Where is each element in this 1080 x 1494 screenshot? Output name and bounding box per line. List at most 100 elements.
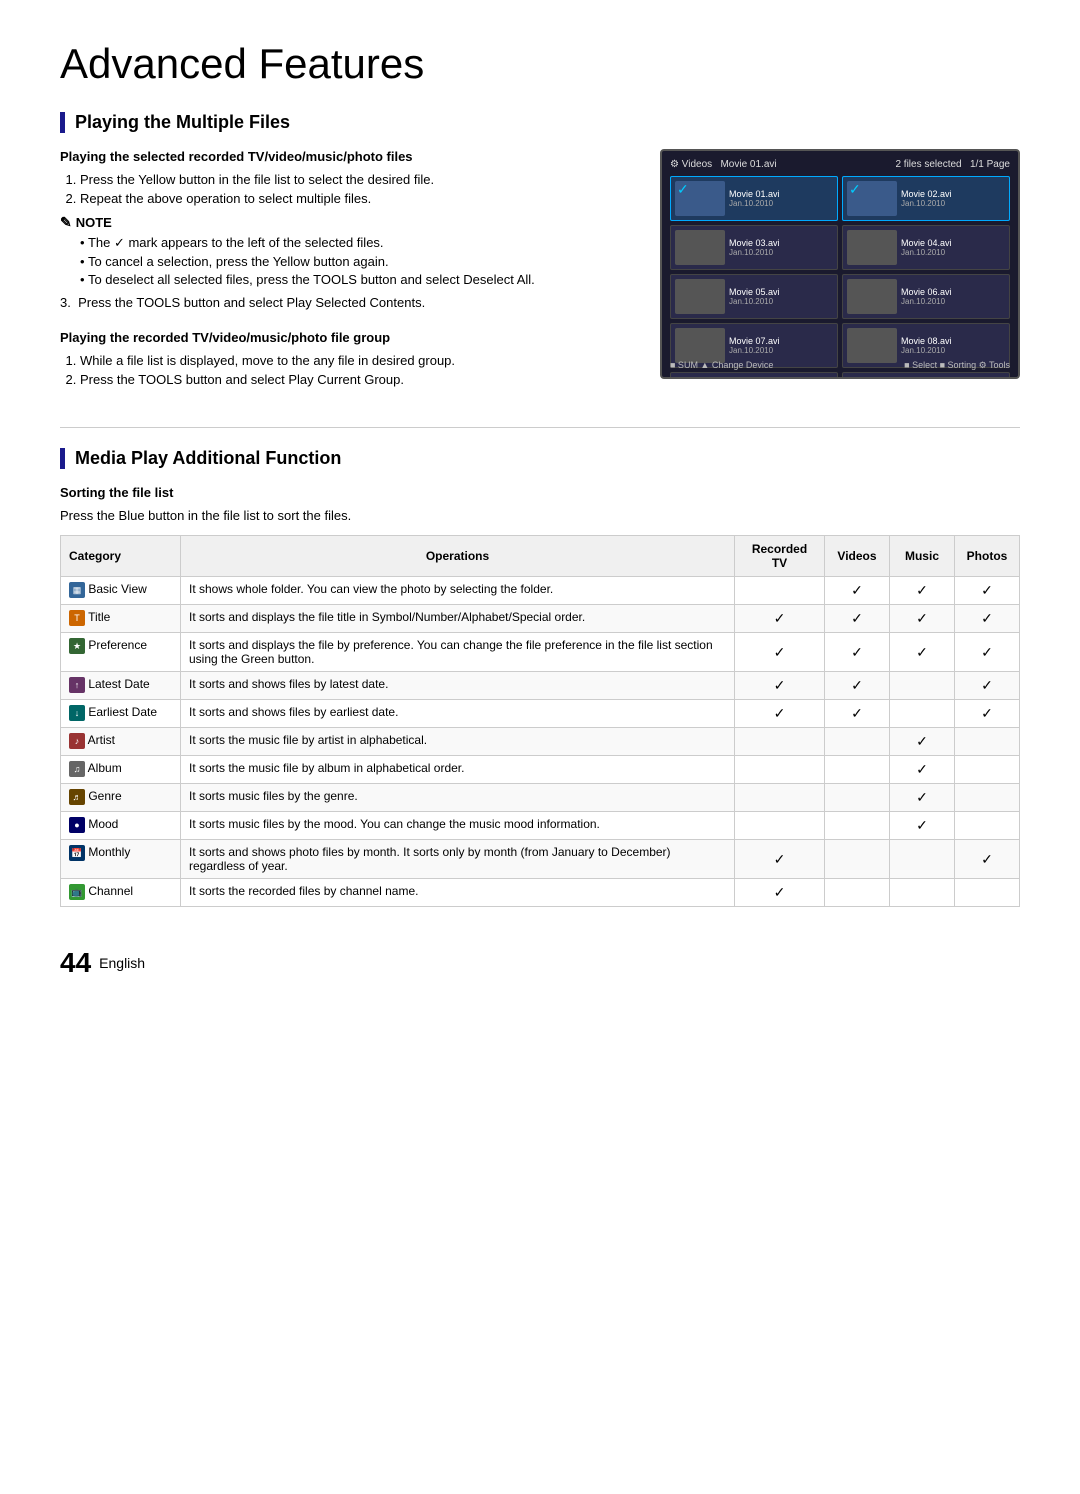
table-row: ♬ GenreIt sorts music files by the genre… — [61, 784, 1020, 812]
sorting-description: Press the Blue button in the file list t… — [60, 508, 1020, 523]
operations-cell: It sorts music files by the genre. — [181, 784, 735, 812]
sorting-title: Sorting the file list — [60, 485, 1020, 500]
category-icon: ● — [69, 817, 85, 833]
recorded_tv-check: ✓ — [735, 672, 825, 700]
tv-item-5: Movie 05.avi Jan.10.2010 — [670, 274, 838, 319]
videos-check — [825, 784, 890, 812]
page-title: Advanced Features — [60, 40, 1020, 88]
videos-check — [825, 756, 890, 784]
substep-1: While a file list is displayed, move to … — [80, 353, 630, 368]
operations-cell: It sorts music files by the mood. You ca… — [181, 812, 735, 840]
videos-check: ✓ — [825, 605, 890, 633]
videos-check — [825, 728, 890, 756]
operations-cell: It sorts and shows photo files by month.… — [181, 840, 735, 879]
category-cell: 📺 Channel — [61, 879, 181, 907]
step-1: Press the Yellow button in the file list… — [80, 172, 630, 187]
music-check — [890, 700, 955, 728]
photos-check — [955, 728, 1020, 756]
note-item-3: To deselect all selected files, press th… — [80, 272, 630, 287]
category-cell: ↓ Earliest Date — [61, 700, 181, 728]
music-check: ✓ — [890, 633, 955, 672]
recorded_tv-check — [735, 784, 825, 812]
operations-cell: It sorts and shows files by earliest dat… — [181, 700, 735, 728]
tv-item-10: Movie 10.avi Jan.10.2010 — [842, 372, 1010, 379]
videos-check — [825, 840, 890, 879]
tv-item-6: Movie 06.avi Jan.10.2010 — [842, 274, 1010, 319]
category-cell: T Title — [61, 605, 181, 633]
subsection1-steps: Press the Yellow button in the file list… — [60, 172, 630, 206]
music-check: ✓ — [890, 784, 955, 812]
table-row: ↑ Latest DateIt sorts and shows files by… — [61, 672, 1020, 700]
operations-cell: It sorts the music file by album in alph… — [181, 756, 735, 784]
photos-check: ✓ — [955, 672, 1020, 700]
recorded_tv-check: ✓ — [735, 840, 825, 879]
category-icon: 📅 — [69, 845, 85, 861]
category-icon: ★ — [69, 638, 85, 654]
category-cell: ★ Preference — [61, 633, 181, 672]
music-check: ✓ — [890, 812, 955, 840]
category-cell: ↑ Latest Date — [61, 672, 181, 700]
music-check: ✓ — [890, 728, 955, 756]
tv-item-2: ✓ Movie 02.avi Jan.10.2010 — [842, 176, 1010, 221]
recorded_tv-check — [735, 812, 825, 840]
note-label: NOTE — [60, 214, 630, 231]
category-icon: ♬ — [69, 789, 85, 805]
category-icon: T — [69, 610, 85, 626]
subsection2-steps: While a file list is displayed, move to … — [60, 353, 630, 387]
substep-2: Press the TOOLS button and select Play C… — [80, 372, 630, 387]
header-videos: Videos — [825, 536, 890, 577]
operations-cell: It sorts and displays the file by prefer… — [181, 633, 735, 672]
table-row: T TitleIt sorts and displays the file ti… — [61, 605, 1020, 633]
header-category: Category — [61, 536, 181, 577]
category-icon: ♪ — [69, 733, 85, 749]
header-photos: Photos — [955, 536, 1020, 577]
photos-check: ✓ — [955, 605, 1020, 633]
videos-check: ✓ — [825, 577, 890, 605]
tv-item-1: ✓ Movie 01.avi Jan.10.2010 — [670, 176, 838, 221]
category-icon: ↑ — [69, 677, 85, 693]
category-cell: ♬ Genre — [61, 784, 181, 812]
category-icon: ♫ — [69, 761, 85, 777]
page-footer: 44 English — [60, 947, 1020, 979]
recorded_tv-check: ✓ — [735, 879, 825, 907]
photos-check — [955, 784, 1020, 812]
videos-check: ✓ — [825, 700, 890, 728]
table-row: ♪ ArtistIt sorts the music file by artis… — [61, 728, 1020, 756]
music-check — [890, 840, 955, 879]
table-row: ↓ Earliest DateIt sorts and shows files … — [61, 700, 1020, 728]
videos-check — [825, 812, 890, 840]
recorded_tv-check: ✓ — [735, 700, 825, 728]
photos-check — [955, 756, 1020, 784]
category-cell: ● Mood — [61, 812, 181, 840]
tv-item-3: Movie 03.avi Jan.10.2010 — [670, 225, 838, 270]
photos-check: ✓ — [955, 700, 1020, 728]
table-row: ● MoodIt sorts music files by the mood. … — [61, 812, 1020, 840]
page-number: 44 — [60, 947, 91, 979]
subsection2-title: Playing the recorded TV/video/music/phot… — [60, 330, 630, 345]
header-recorded-tv: Recorded TV — [735, 536, 825, 577]
tv-item-9: Movie 09.avi Jan.10.2010 — [670, 372, 838, 379]
category-cell: ♪ Artist — [61, 728, 181, 756]
recorded_tv-check — [735, 756, 825, 784]
operations-cell: It sorts and shows files by latest date. — [181, 672, 735, 700]
table-row: ▦ Basic ViewIt shows whole folder. You c… — [61, 577, 1020, 605]
step-3: 3. Press the TOOLS button and select Pla… — [60, 295, 630, 310]
tv-footer-right: ■ Select ■ Sorting ⚙ Tools — [904, 360, 1010, 371]
photos-check — [955, 879, 1020, 907]
header-operations: Operations — [181, 536, 735, 577]
section2-title: Media Play Additional Function — [60, 448, 1020, 469]
category-icon: ↓ — [69, 705, 85, 721]
operations-cell: It sorts the music file by artist in alp… — [181, 728, 735, 756]
recorded_tv-check — [735, 728, 825, 756]
videos-check: ✓ — [825, 633, 890, 672]
photos-check — [955, 812, 1020, 840]
photos-check: ✓ — [955, 633, 1020, 672]
tv-item-4: Movie 04.avi Jan.10.2010 — [842, 225, 1010, 270]
recorded_tv-check: ✓ — [735, 633, 825, 672]
note-list: The ✓ mark appears to the left of the se… — [60, 235, 630, 287]
category-cell: ▦ Basic View — [61, 577, 181, 605]
music-check: ✓ — [890, 605, 955, 633]
recorded_tv-check: ✓ — [735, 605, 825, 633]
section1-title: Playing the Multiple Files — [60, 112, 1020, 133]
category-cell: ♫ Album — [61, 756, 181, 784]
